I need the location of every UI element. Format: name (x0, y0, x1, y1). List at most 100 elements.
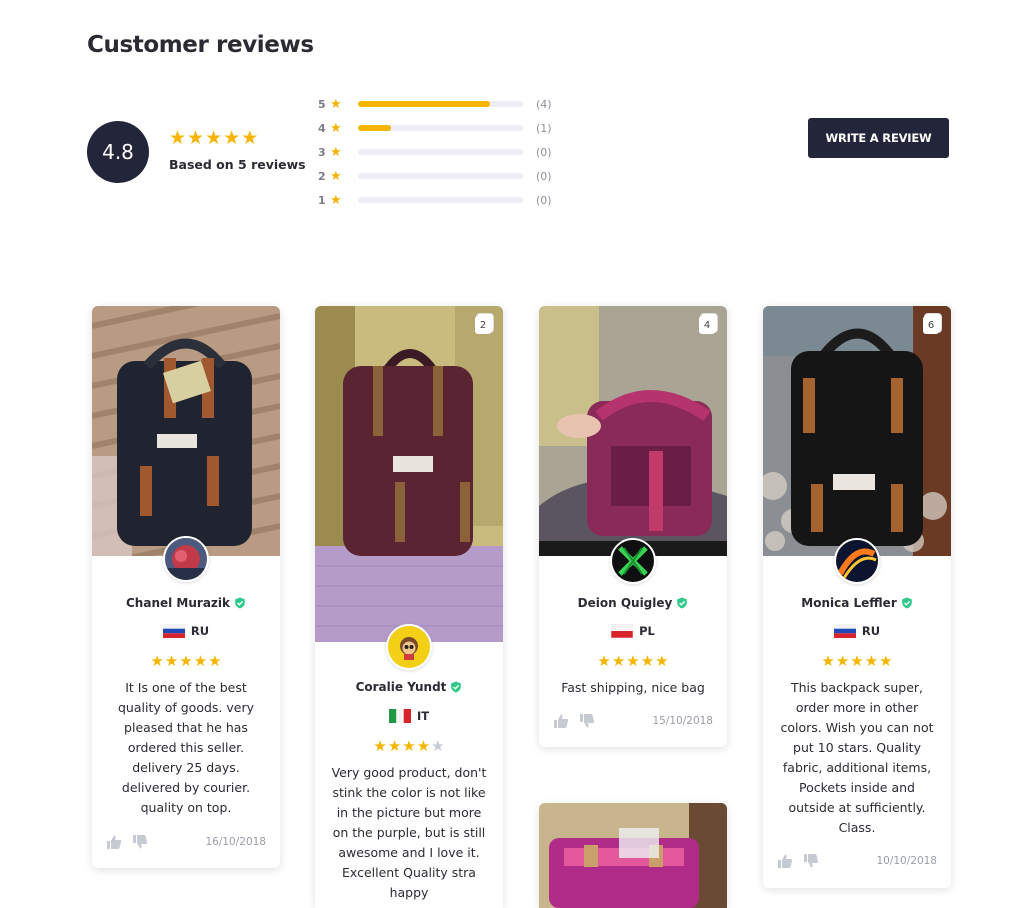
thumbs-down-icon[interactable] (132, 834, 148, 850)
reviewer-country: IT (416, 709, 430, 723)
review-photo[interactable]: 4 (539, 306, 727, 556)
star-icon: ★ (655, 652, 669, 670)
review-date: 16/10/2018 (205, 836, 266, 848)
reviewer-country: PL (639, 624, 655, 638)
distribution-bar (358, 173, 523, 179)
star-icon: ★ (387, 737, 402, 755)
photo-count-badge[interactable]: 4 (699, 316, 715, 334)
green-x-avatar (612, 540, 654, 582)
distribution-bar (358, 149, 523, 155)
average-score-badge: 4.8 (87, 121, 149, 183)
distribution-count: (0) (536, 169, 552, 183)
distribution-bar (358, 197, 523, 203)
distribution-row[interactable]: 1 ★ (0) (318, 188, 568, 212)
distribution-row[interactable]: 2 ★ (0) (318, 164, 568, 188)
star-icon: ★ (821, 652, 835, 670)
verified-badge-icon (901, 597, 912, 609)
star-icon: ★ (640, 652, 655, 670)
star-icon: ★ (835, 652, 850, 670)
review-card[interactable]: 2 Coralie Yundt IT ★ ★ ★ ★ ★ Very good produ… (315, 306, 503, 908)
star-icon: ★ (187, 127, 205, 149)
review-card[interactable]: 6 Monica Leffler RU ★ ★ ★ ★ ★ This backpack … (763, 306, 951, 888)
star-icon: ★ (611, 652, 626, 670)
review-stars: ★ ★ ★ ★ ★ (763, 654, 951, 669)
reviewer-country: RU (190, 624, 210, 638)
star-icon: ★ (416, 737, 431, 755)
star-icon: ★ (205, 127, 223, 149)
review-photo[interactable]: 6 (763, 306, 951, 556)
russia-flag-icon (162, 624, 185, 638)
summary-stars: ★ ★ ★ ★ ★ (169, 129, 258, 148)
review-text: This backpack super, order more in other… (780, 680, 934, 835)
thumbs-down-icon[interactable] (579, 713, 595, 729)
star-icon: ★ (431, 737, 445, 755)
star-icon: ★ (373, 737, 387, 755)
reviewer-name: Chanel Murazik (126, 596, 230, 610)
italy-flag-icon (388, 709, 411, 723)
review-stars: ★ ★ ★ ★ ★ (92, 654, 280, 669)
distribution-count: (4) (536, 97, 552, 111)
red-abstract-avatar (165, 538, 207, 580)
distribution-row[interactable]: 5 ★ (4) (318, 92, 568, 116)
reviewer-avatar (610, 538, 656, 584)
distribution-stars-label: 2 (318, 169, 326, 183)
distribution-stars-label: 4 (318, 121, 326, 135)
distribution-row[interactable]: 4 ★ (1) (318, 116, 568, 140)
reviewer-avatar (386, 624, 432, 670)
pink-backpack-photo (539, 803, 727, 908)
black-backpack-photo (92, 306, 280, 556)
star-icon: ★ (626, 652, 640, 670)
photo-count-badge[interactable]: 6 (923, 316, 939, 334)
distribution-count: (0) (536, 193, 552, 207)
russia-flag-icon (833, 624, 856, 638)
thumbs-up-icon[interactable] (553, 713, 569, 729)
review-date: 10/10/2018 (876, 855, 937, 867)
thumbs-up-icon[interactable] (777, 853, 793, 869)
verified-badge-icon (451, 681, 462, 693)
write-review-button[interactable]: WRITE A REVIEW (808, 118, 949, 158)
rating-distribution: 5 ★ (4) 4 ★ (1) 3 ★ (0) 2 ★ (0) 1 ★ (0) (318, 92, 568, 212)
reviewer-name: Monica Leffler (801, 596, 897, 610)
photo-count-badge[interactable]: 2 (475, 316, 491, 334)
review-date: 15/10/2018 (652, 715, 713, 727)
distribution-bar (358, 125, 523, 131)
star-icon: ★ (864, 652, 879, 670)
black-backpack-rug-photo (763, 306, 951, 556)
review-text: It Is one of the best quality of goods. … (117, 680, 254, 815)
thumbs-up-icon[interactable] (106, 834, 122, 850)
review-photo[interactable] (92, 306, 280, 556)
review-stars: ★ ★ ★ ★ ★ (539, 654, 727, 669)
star-icon: ★ (164, 652, 179, 670)
star-icon: ★ (330, 96, 342, 112)
distribution-row[interactable]: 3 ★ (0) (318, 140, 568, 164)
distribution-stars-label: 3 (318, 145, 326, 159)
review-card[interactable]: 4 Deion Quigley PL ★ ★ ★ ★ ★ Fast shipping, … (539, 306, 727, 747)
distribution-count: (1) (536, 121, 552, 135)
star-icon: ★ (330, 168, 342, 184)
review-photo[interactable] (539, 803, 727, 908)
verified-badge-icon (235, 597, 245, 609)
reviewer-name: Coralie Yundt (355, 680, 447, 694)
reviewer-avatar (834, 538, 880, 584)
review-card[interactable] (539, 803, 727, 908)
distribution-bar-fill (358, 125, 391, 131)
distribution-count: (0) (536, 145, 552, 159)
distribution-bar (358, 101, 523, 107)
review-stars: ★ ★ ★ ★ ★ (315, 739, 503, 754)
poland-flag-icon (611, 624, 634, 638)
open-purple-backpack-photo (539, 306, 727, 556)
thumbs-down-icon[interactable] (803, 853, 819, 869)
star-icon: ★ (241, 127, 259, 149)
star-icon: ★ (193, 652, 208, 670)
page-title: Customer reviews (87, 32, 314, 58)
review-text: Very good product, don't stink the color… (331, 765, 487, 900)
fire-swirl-avatar (836, 540, 878, 582)
star-icon: ★ (179, 652, 193, 670)
review-photo[interactable]: 2 (315, 306, 503, 642)
distribution-stars-label: 5 (318, 97, 326, 111)
review-card[interactable]: Chanel Murazik RU ★ ★ ★ ★ ★ It Is one of the… (92, 306, 280, 868)
star-icon: ★ (208, 652, 222, 670)
reviewer-name: Deion Quigley (577, 596, 673, 610)
star-icon: ★ (597, 652, 611, 670)
star-icon: ★ (330, 144, 342, 160)
